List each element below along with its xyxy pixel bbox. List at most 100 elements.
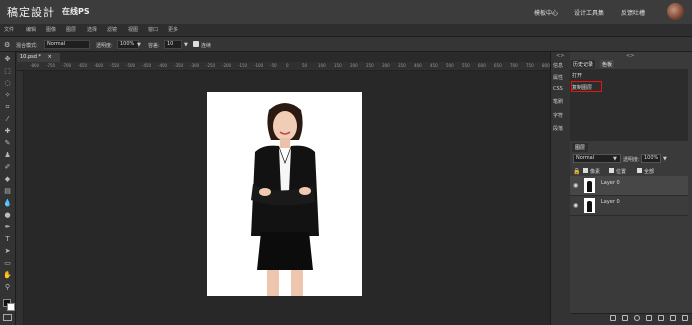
folder-icon[interactable]: [658, 315, 664, 321]
document-canvas[interactable]: [207, 92, 362, 296]
eye-icon[interactable]: ◉: [573, 202, 578, 209]
continuous-label: 连续: [201, 43, 212, 49]
eye-icon[interactable]: ◉: [573, 182, 578, 189]
lock-all-label: 全部: [644, 169, 655, 175]
gradient-tool-icon[interactable]: ▤: [3, 187, 12, 196]
history-selection-highlight: [571, 81, 602, 92]
layer-thumbnail: [584, 178, 595, 193]
mask-icon[interactable]: [646, 315, 652, 321]
design-tools-link[interactable]: 设计工具集: [574, 8, 604, 17]
menu-more[interactable]: 更多: [168, 26, 178, 33]
chevron-down-icon[interactable]: ▼: [613, 156, 617, 162]
ruler-tick-label: 350: [398, 63, 406, 68]
history-item-open[interactable]: 打开: [572, 72, 582, 79]
document-tab[interactable]: 10.psd * ×: [17, 53, 60, 62]
ruler-tick-label: 650: [494, 63, 502, 68]
opacity-input[interactable]: 100%: [117, 40, 139, 49]
ruler-tick-label: -800: [30, 63, 40, 68]
side-character-button[interactable]: 字符: [553, 112, 563, 119]
fx-icon[interactable]: [622, 315, 628, 321]
quick-mask-icon[interactable]: [3, 314, 12, 321]
eraser-tool-icon[interactable]: ◆: [3, 175, 12, 184]
side-info-button[interactable]: 信息: [553, 62, 563, 69]
menu-filter[interactable]: 滤镜: [107, 26, 117, 33]
chevron-down-icon[interactable]: ▼: [184, 42, 188, 48]
side-brush-button[interactable]: 笔刷: [553, 98, 563, 105]
ruler-tick-label: -600: [94, 63, 104, 68]
layer-opacity-input[interactable]: 100%: [641, 154, 661, 163]
menu-window[interactable]: 窗口: [148, 26, 158, 33]
brush-tool-icon[interactable]: ✎: [3, 139, 12, 148]
tab-history[interactable]: 历史记录: [571, 60, 596, 68]
blur-tool-icon[interactable]: 💧: [3, 199, 12, 208]
chevron-down-icon[interactable]: ▼: [663, 156, 667, 162]
menu-edit[interactable]: 编辑: [26, 26, 36, 33]
ruler-tick-label: 50: [302, 63, 308, 68]
collapse-arrows-icon[interactable]: <>: [626, 53, 634, 59]
layer-name[interactable]: Layer 0: [601, 199, 620, 205]
hand-tool-icon[interactable]: ✋: [3, 271, 12, 280]
ruler-tick-label: 800: [542, 63, 550, 68]
lock-icon: 🔒: [573, 168, 581, 175]
app-logo[interactable]: 稿定設計: [7, 4, 55, 20]
new-layer-icon[interactable]: [670, 315, 676, 321]
panel-dock-left: [550, 52, 570, 325]
ruler-tick-label: 450: [430, 63, 438, 68]
marquee-tool-icon[interactable]: ⬚: [3, 67, 12, 76]
app-subtitle: 在线PS: [62, 7, 90, 16]
menu-select[interactable]: 选择: [87, 26, 97, 33]
move-tool-icon[interactable]: ✥: [3, 55, 12, 64]
blend-mode-select[interactable]: Normal: [44, 40, 90, 49]
pen-tool-icon[interactable]: ✒: [3, 223, 12, 232]
background-color-swatch[interactable]: [7, 303, 15, 311]
ruler-tick-label: -50: [270, 63, 277, 68]
adjustment-icon[interactable]: [634, 315, 640, 321]
vertical-ruler: [16, 71, 24, 325]
trash-icon[interactable]: [682, 315, 688, 321]
document-tab-label: 10.psd *: [20, 54, 41, 60]
template-center-link[interactable]: 模板中心: [534, 8, 558, 17]
path-select-icon[interactable]: ➤: [3, 247, 12, 256]
continuous-checkbox[interactable]: [193, 41, 199, 47]
link-layers-icon[interactable]: [610, 315, 616, 321]
shape-tool-icon[interactable]: ▭: [3, 259, 12, 268]
lock-pixel-checkbox[interactable]: [583, 168, 588, 173]
side-css-button[interactable]: CSS: [553, 86, 563, 92]
portrait-photo: [251, 103, 319, 296]
ruler-tick-label: -350: [174, 63, 184, 68]
lock-position-checkbox[interactable]: [609, 168, 614, 173]
lock-all-checkbox[interactable]: [637, 168, 642, 173]
tolerance-input[interactable]: 10: [164, 40, 182, 49]
dodge-tool-icon[interactable]: ●: [3, 211, 12, 220]
ruler-tick-label: 700: [510, 63, 518, 68]
menu-layer[interactable]: 图层: [66, 26, 76, 33]
ruler-tick-label: -200: [222, 63, 232, 68]
magic-wand-tool-icon[interactable]: ✧: [3, 91, 12, 100]
text-tool-icon[interactable]: T: [3, 235, 12, 244]
ruler-tick-label: -100: [254, 63, 264, 68]
ruler-tick-label: -150: [238, 63, 248, 68]
crop-tool-icon[interactable]: ⌗: [3, 103, 12, 112]
collapse-arrows-icon[interactable]: <>: [556, 53, 564, 59]
eyedropper-tool-icon[interactable]: ⁄: [3, 115, 12, 124]
menu-image[interactable]: 图像: [46, 26, 56, 33]
side-properties-button[interactable]: 属性: [553, 74, 563, 81]
side-paragraph-button[interactable]: 段落: [553, 125, 563, 132]
lasso-tool-icon[interactable]: ◌: [3, 79, 12, 88]
healing-tool-icon[interactable]: ✚: [3, 127, 12, 136]
stamp-tool-icon[interactable]: ♟: [3, 151, 12, 160]
tab-layers[interactable]: 图层: [572, 143, 589, 152]
layer-name[interactable]: Layer 0: [601, 180, 620, 186]
menu-file[interactable]: 文件: [4, 26, 14, 33]
ruler-tick-label: -300: [190, 63, 200, 68]
close-icon[interactable]: ×: [48, 54, 52, 60]
history-brush-icon[interactable]: ✐: [3, 163, 12, 172]
chevron-down-icon[interactable]: ▼: [137, 42, 141, 48]
zoom-tool-icon[interactable]: ⚲: [3, 283, 12, 292]
ruler-tick-label: 300: [382, 63, 390, 68]
menu-view[interactable]: 视图: [128, 26, 138, 33]
tab-swatches[interactable]: 色板: [600, 60, 615, 68]
layer-thumbnail: [584, 198, 595, 213]
avatar[interactable]: [667, 3, 684, 20]
feedback-link[interactable]: 反馈吐槽: [621, 8, 645, 17]
